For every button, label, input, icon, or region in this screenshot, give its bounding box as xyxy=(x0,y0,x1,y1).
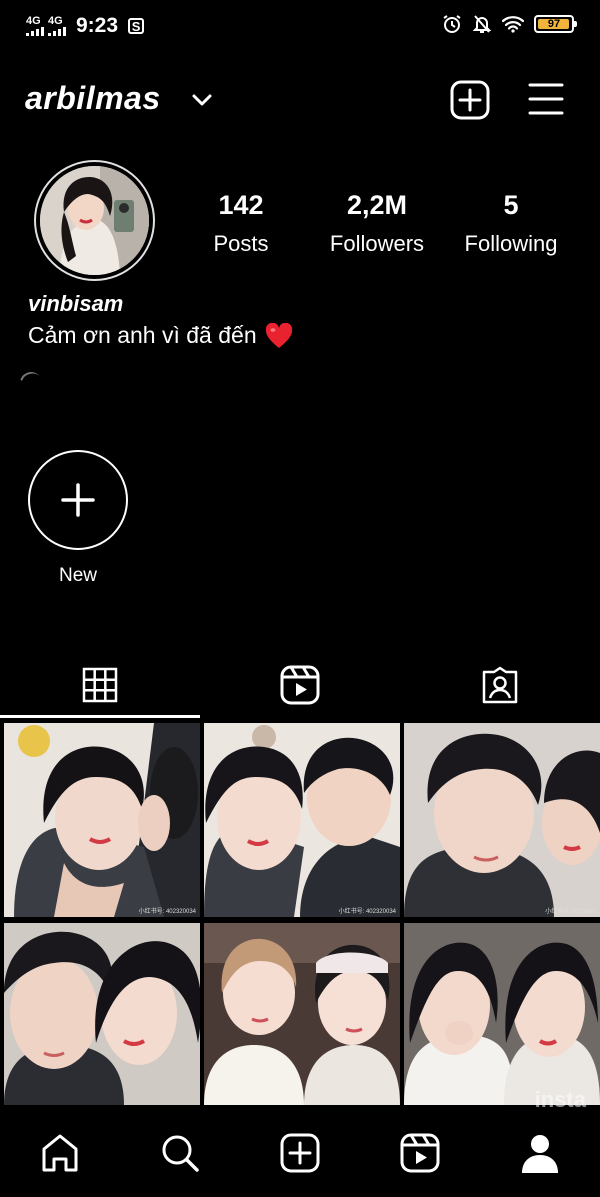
tab-grid[interactable] xyxy=(0,650,200,720)
followers-label: Followers xyxy=(329,231,425,256)
post-watermark: 小红书号: 6171481 xyxy=(545,909,596,915)
plus-icon xyxy=(61,483,95,517)
post-thumbnail[interactable]: insta xyxy=(404,923,600,1117)
posts-stat[interactable]: 142 Posts xyxy=(198,192,284,255)
post-thumbnail[interactable] xyxy=(4,923,200,1117)
posts-count: 142 xyxy=(218,190,264,220)
account-username[interactable]: arbilmas xyxy=(25,80,161,117)
network-type: 4G xyxy=(48,15,63,27)
sim-notification-icon: S xyxy=(128,18,145,34)
nav-home[interactable] xyxy=(38,1131,82,1175)
profile-bio: Cảm ơn anh vì đã đến xyxy=(28,322,293,349)
following-stat[interactable]: 5 Following xyxy=(456,192,566,255)
wifi-icon xyxy=(502,16,524,33)
new-highlight-button[interactable] xyxy=(28,450,128,550)
nav-search[interactable] xyxy=(158,1131,202,1175)
following-count: 5 xyxy=(503,190,519,220)
bottom-navigation xyxy=(0,1107,600,1197)
posts-label: Posts xyxy=(213,231,269,256)
bio-text: Cảm ơn anh vì đã đến xyxy=(28,322,257,348)
add-post-icon[interactable] xyxy=(450,80,490,120)
tagged-icon xyxy=(482,666,518,704)
tab-tagged[interactable] xyxy=(400,650,600,720)
search-icon xyxy=(162,1135,199,1172)
signal-icon: 4G xyxy=(26,16,44,36)
tab-reels[interactable] xyxy=(200,650,400,720)
silent-bell-icon xyxy=(472,15,492,33)
post-watermark: 小红书号: 402320034 xyxy=(138,909,196,915)
active-tab-indicator xyxy=(0,715,200,718)
network-type: 4G xyxy=(26,15,41,27)
profile-icon xyxy=(522,1135,558,1173)
post-thumbnail[interactable]: 小红书号: 402320034 xyxy=(204,723,400,917)
chevron-down-icon[interactable] xyxy=(190,88,214,112)
post-thumbnail[interactable] xyxy=(204,923,400,1117)
grid-icon xyxy=(82,667,118,703)
post-watermark: 小红书号: 402320034 xyxy=(338,909,396,915)
display-name: vinbisam xyxy=(28,291,124,316)
heart-icon xyxy=(265,322,292,348)
battery-icon: 97 xyxy=(534,15,577,33)
nav-reels[interactable] xyxy=(398,1131,442,1175)
new-highlight-label: New xyxy=(58,565,97,586)
battery-level: 97 xyxy=(547,18,561,30)
alarm-icon xyxy=(443,15,461,33)
followers-stat[interactable]: 2,2M Followers xyxy=(322,192,432,255)
followers-count: 2,2M xyxy=(346,190,408,220)
profile-avatar[interactable] xyxy=(34,160,155,281)
menu-icon[interactable] xyxy=(528,82,564,116)
profile-tabs xyxy=(0,650,600,720)
profile-header: arbilmas xyxy=(0,72,600,128)
following-label: Following xyxy=(464,231,558,256)
post-thumbnail[interactable]: 小红书号: 402320034 xyxy=(4,723,200,917)
reels-icon xyxy=(400,1133,440,1173)
home-icon xyxy=(42,1134,78,1172)
create-icon xyxy=(280,1133,320,1173)
post-thumbnail[interactable]: 小红书号: 6171481 xyxy=(404,723,600,917)
clock: 9:23 xyxy=(76,14,119,37)
nav-create[interactable] xyxy=(278,1131,322,1175)
reels-icon xyxy=(280,665,320,705)
status-bar: 4G 4G 9:23 S 97 xyxy=(0,0,600,56)
signal-icon: 4G xyxy=(48,16,66,36)
loading-spinner xyxy=(15,367,47,399)
nav-profile[interactable] xyxy=(518,1131,562,1175)
avatar xyxy=(40,166,149,275)
